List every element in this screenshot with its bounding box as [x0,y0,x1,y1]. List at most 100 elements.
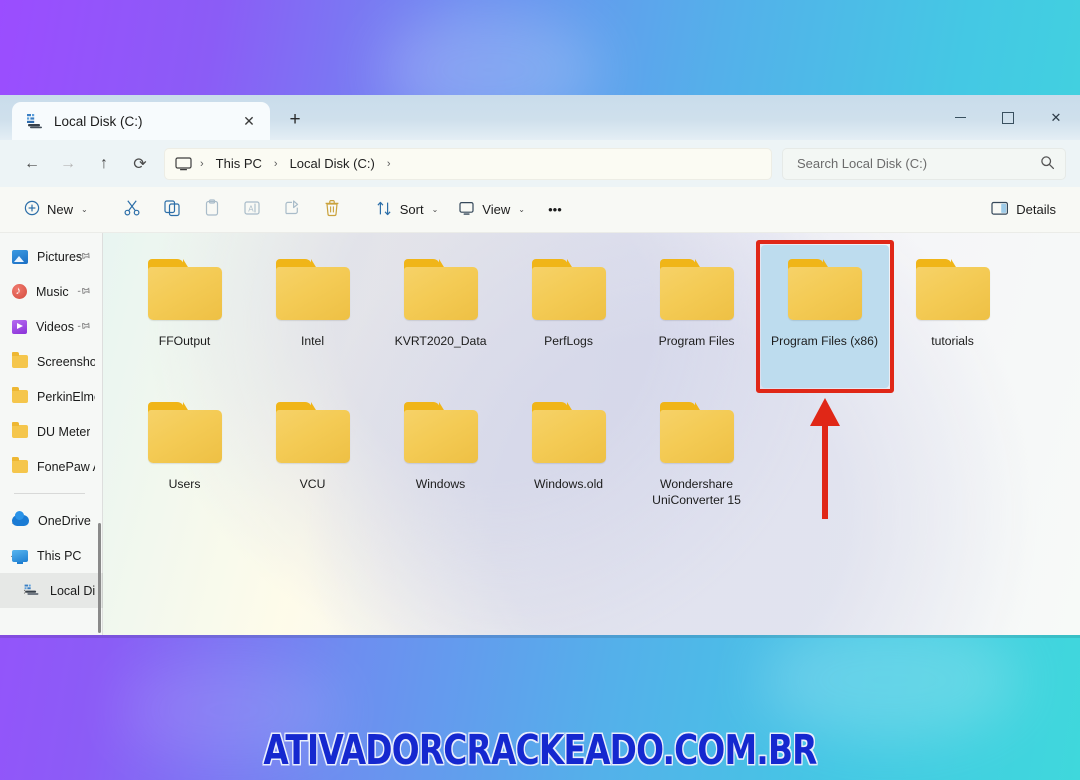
folder-icon [146,402,224,464]
rename-icon: A [243,199,261,220]
file-name-label: tutorials [931,334,974,348]
close-icon[interactable]: ✕ [238,110,260,132]
breadcrumb-item-local-disk-c[interactable]: Local Disk (C:) [284,153,381,174]
file-name-label: Users [168,477,201,491]
view-icon [458,200,475,220]
pin-icon[interactable] [74,318,91,336]
sidebar-item-label: This PC [37,548,82,563]
sidebar-item-pictures[interactable]: Pictures [0,239,103,274]
copy-icon [163,199,181,220]
file-grid: FFOutput Intel KVRT2020_Data PerfLogs Progra… [103,233,1080,531]
svg-text:A: A [248,205,254,214]
up-button[interactable]: ↑ [86,148,122,180]
navigation-pane: Pictures Music Videos Screenshots PerkinElme… [0,233,103,635]
sidebar-item-music[interactable]: Music [0,274,103,309]
file-item[interactable]: KVRT2020_Data [377,245,505,388]
file-list-pane[interactable]: FFOutput Intel KVRT2020_Data PerfLogs Progra… [102,233,1080,635]
sidebar-item-label: DU Meter [37,424,91,439]
sidebar-item-perkinelmer-che[interactable]: PerkinElmer Che [0,379,103,414]
more-options-button[interactable]: ••• [535,194,575,226]
file-item[interactable]: FFOutput [121,245,249,388]
cut-button[interactable] [112,194,152,226]
search-input[interactable]: Search Local Disk (C:) [797,156,1040,171]
file-name-label: Program Files [658,334,735,348]
file-name-label: PerfLogs [544,334,593,348]
delete-button[interactable] [312,194,352,226]
file-name-label: VCU [299,477,326,491]
chevron-down-icon: ⌄ [431,205,439,214]
sidebar-scrollbar[interactable] [97,523,101,633]
new-button[interactable]: New ⌄ [14,194,98,226]
view-button[interactable]: View ⌄ [448,194,535,226]
command-bar: New ⌄ A Sort ⌄ View ⌄ ••• Details [0,187,1080,233]
sidebar-item-fonepaw-andro[interactable]: FonePaw Andro [0,449,103,484]
breadcrumb[interactable]: › This PC › Local Disk (C:) › [164,147,772,180]
file-item[interactable]: Program Files (x86) [760,245,889,388]
sidebar-item-du-meter[interactable]: DU Meter [0,414,103,449]
sidebar-item-label: Music [36,284,69,299]
sidebar-item-label: PerkinElmer Che [37,389,95,404]
file-item[interactable]: Program Files [633,245,761,388]
title-bar: Local Disk (C:) ✕ + ✕ [0,95,1080,140]
chevron-down-icon: ⌄ [81,205,88,214]
sidebar-item-screenshots[interactable]: Screenshots [0,344,103,379]
forward-button[interactable]: → [50,148,86,180]
back-button[interactable]: ← [14,148,50,180]
tab-local-disk-c[interactable]: Local Disk (C:) ✕ [12,102,270,140]
sidebar-item-onedrive[interactable]: ›OneDrive [0,503,103,538]
window-bottom-shadow [0,635,1080,638]
file-name-label: Windows [415,477,466,491]
file-item[interactable]: PerfLogs [505,245,633,388]
file-name-label: KVRT2020_Data [394,334,487,348]
sidebar-item-label: Local Disk (C:) [50,583,95,598]
sort-button[interactable]: Sort ⌄ [366,194,449,226]
breadcrumb-separator: › [386,157,391,170]
folder-icon [274,402,352,464]
sort-button-label: Sort [399,202,424,217]
folder-icon [12,457,28,473]
file-item[interactable]: Windows.old [505,388,633,531]
search-box[interactable]: Search Local Disk (C:) [782,147,1066,180]
folder-icon [658,402,736,464]
pin-icon[interactable] [74,283,91,301]
refresh-button[interactable]: ⟳ [122,148,158,180]
paste-button[interactable] [192,194,232,226]
maximize-icon[interactable] [984,95,1032,140]
folder-icon [914,259,992,321]
breadcrumb-item-this-pc[interactable]: This PC [210,153,268,174]
pc-icon [175,156,192,171]
share-button[interactable] [272,194,312,226]
folder-icon [12,387,28,403]
folder-icon [402,259,480,321]
sidebar-item-videos[interactable]: Videos [0,309,103,344]
file-item[interactable]: Wondershare UniConverter 15 [633,388,761,531]
minimize-icon[interactable] [936,95,984,140]
music-icon [12,283,27,299]
new-button-label: New [47,202,74,217]
sidebar-list: Pictures Music Videos Screenshots PerkinElme… [0,239,103,608]
file-item[interactable]: Users [121,388,249,531]
videos-icon [12,319,27,334]
sidebar-item-label: FonePaw Andro [37,459,95,474]
window-body: Pictures Music Videos Screenshots PerkinElme… [0,233,1080,635]
file-item[interactable]: tutorials [889,245,1017,388]
details-pane-button[interactable]: Details [981,194,1066,226]
folder-icon [146,259,224,321]
sidebar-item-label: Videos [36,319,74,334]
sidebar-divider [14,493,85,494]
rename-button[interactable]: A [232,194,272,226]
close-icon[interactable]: ✕ [1032,95,1080,140]
sidebar-item-this-pc[interactable]: ⌄This PC [0,538,103,573]
local-disk-icon [24,584,41,597]
file-item[interactable]: Intel [249,245,377,388]
sort-icon [376,200,393,220]
search-icon[interactable] [1040,155,1055,173]
copy-button[interactable] [152,194,192,226]
sidebar-item-local-disk-c[interactable]: ›Local Disk (C:) [0,573,103,608]
file-item[interactable]: VCU [249,388,377,531]
details-pane-label: Details [1016,202,1056,217]
file-name-label: Wondershare UniConverter 15 [652,477,741,507]
file-item[interactable]: Windows [377,388,505,531]
sidebar-item-label: OneDrive [38,513,91,528]
new-tab-button[interactable]: + [278,103,312,137]
